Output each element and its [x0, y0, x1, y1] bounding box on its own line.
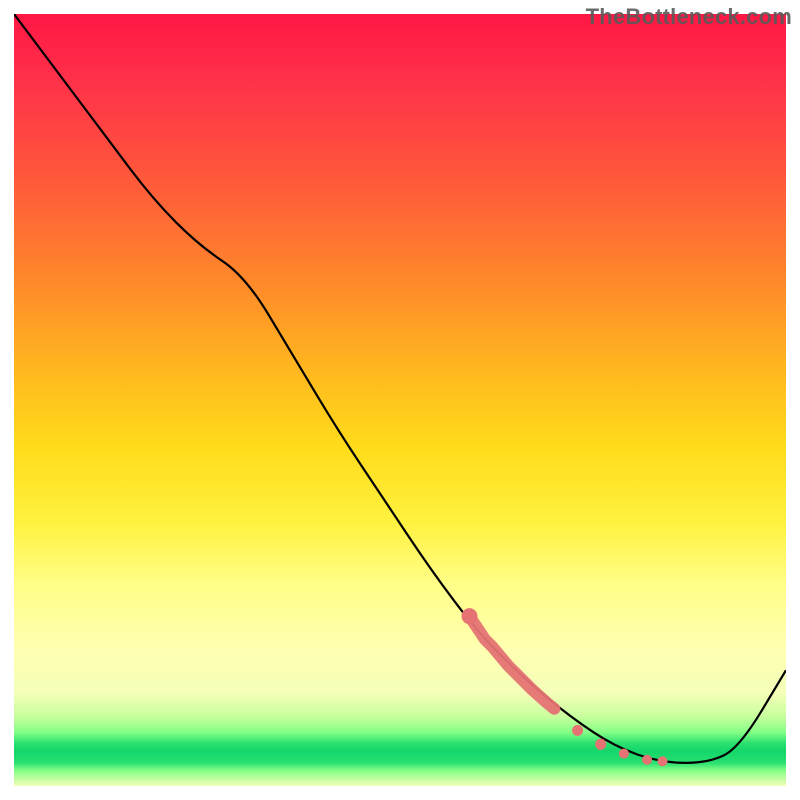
plot-area	[14, 14, 786, 786]
watermark-text: TheBottleneck.com	[586, 4, 792, 30]
highlighted-segment	[461, 608, 667, 766]
chart-overlay	[14, 14, 786, 786]
chart-frame: TheBottleneck.com	[0, 0, 800, 800]
bottleneck-curve	[14, 14, 786, 763]
